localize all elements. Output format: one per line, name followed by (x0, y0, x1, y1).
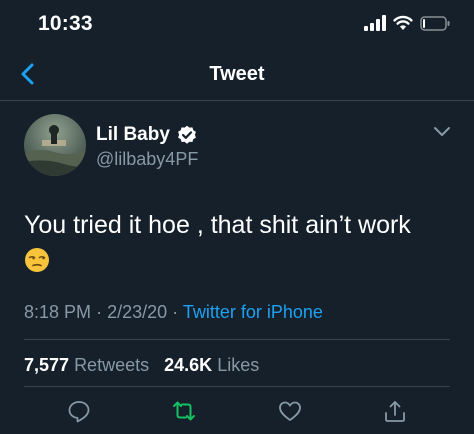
like-icon[interactable] (277, 398, 303, 424)
page-title: Tweet (209, 63, 265, 85)
status-icons (364, 15, 450, 31)
tweet-stats: 7,577 Retweets 24.6K Likes (24, 355, 259, 376)
retweets-label[interactable]: Retweets (74, 355, 149, 375)
status-time: 10:33 (38, 12, 93, 35)
reply-icon[interactable] (66, 398, 92, 424)
unamused-face-emoji-icon (25, 248, 49, 272)
divider (24, 339, 450, 340)
avatar[interactable] (24, 114, 86, 176)
action-bar (0, 398, 474, 428)
tweet-text: You tried it hoe , that shit ain’t work (24, 211, 411, 239)
author-name-row[interactable]: Lil Baby (96, 124, 197, 146)
tweet-date: 2/23/20 (107, 302, 168, 322)
author-handle[interactable]: @lilbaby4PF (96, 149, 198, 170)
wifi-icon (393, 15, 413, 30)
author-name[interactable]: Lil Baby (96, 124, 170, 146)
chevron-down-icon[interactable] (433, 126, 451, 138)
meta-separator: · (172, 302, 179, 322)
tweet-meta: 8:18 PM · 2/23/20 · Twitter for iPhone (24, 302, 323, 323)
meta-separator: · (96, 302, 103, 322)
nav-bar: Tweet (0, 48, 474, 101)
likes-count[interactable]: 24.6K (164, 355, 212, 375)
battery-icon (420, 15, 450, 31)
cellular-signal-icon (364, 15, 386, 31)
status-bar: 10:33 (0, 0, 474, 48)
divider (24, 386, 450, 387)
likes-label[interactable]: Likes (217, 355, 259, 375)
tweet-source-link[interactable]: Twitter for iPhone (183, 302, 323, 322)
retweet-icon[interactable] (171, 398, 197, 424)
verified-badge-icon (178, 125, 196, 144)
retweets-count[interactable]: 7,577 (24, 355, 69, 375)
tweet-time: 8:18 PM (24, 302, 92, 322)
share-icon[interactable] (382, 398, 408, 424)
